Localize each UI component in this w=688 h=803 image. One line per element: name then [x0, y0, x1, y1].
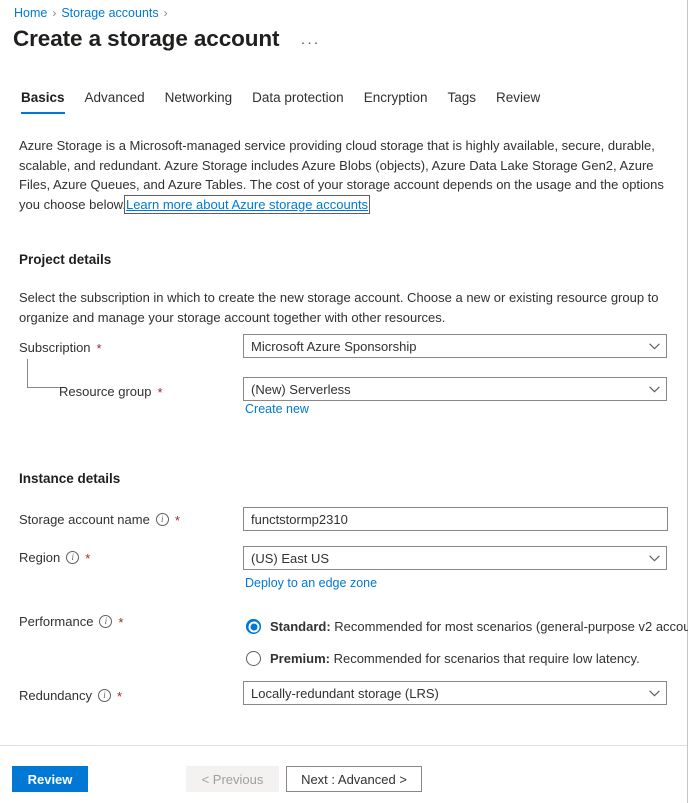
tab-encryption[interactable]: Encryption: [354, 88, 438, 114]
subscription-label-text: Subscription: [19, 340, 91, 355]
redundancy-required-marker: *: [117, 690, 122, 703]
breadcrumb-separator-icon-2: ›: [164, 6, 168, 20]
footer-bar: Review < Previous Next : Advanced >: [0, 746, 687, 803]
resource-group-value: (New) Serverless: [251, 382, 642, 397]
storage-account-name-input[interactable]: [243, 507, 668, 531]
learn-more-link[interactable]: Learn more about Azure storage accounts: [126, 197, 368, 212]
radio-selected-icon[interactable]: [246, 619, 261, 634]
breadcrumb: Home › Storage accounts ›: [14, 6, 168, 20]
redundancy-dropdown[interactable]: Locally-redundant storage (LRS): [243, 681, 667, 705]
storage-account-name-label-text: Storage account name: [19, 512, 150, 527]
tab-data-protection[interactable]: Data protection: [242, 88, 354, 114]
project-details-heading: Project details: [19, 252, 111, 267]
region-dropdown[interactable]: (US) East US: [243, 546, 667, 570]
redundancy-label-text: Redundancy: [19, 688, 92, 703]
wizard-tabs: Basics Advanced Networking Data protecti…: [11, 88, 550, 114]
performance-premium-description: Recommended for scenarios that require l…: [330, 651, 640, 666]
info-icon[interactable]: i: [66, 551, 79, 564]
breadcrumb-item-storage-accounts[interactable]: Storage accounts: [61, 6, 158, 20]
chevron-down-icon: [642, 386, 666, 393]
instance-details-heading: Instance details: [19, 471, 120, 486]
info-icon[interactable]: i: [99, 615, 112, 628]
tab-advanced[interactable]: Advanced: [75, 88, 155, 114]
resource-group-dropdown[interactable]: (New) Serverless: [243, 377, 667, 401]
tab-networking[interactable]: Networking: [155, 88, 243, 114]
tab-basics[interactable]: Basics: [11, 88, 75, 114]
tab-tags[interactable]: Tags: [437, 88, 486, 114]
info-icon[interactable]: i: [156, 513, 169, 526]
region-value: (US) East US: [251, 551, 642, 566]
breadcrumb-separator-icon: ›: [52, 6, 56, 20]
storage-account-name-label: Storage account name i *: [19, 512, 180, 527]
project-details-description: Select the subscription in which to crea…: [19, 288, 671, 327]
resource-group-label: Resource group *: [59, 384, 163, 399]
redundancy-value: Locally-redundant storage (LRS): [251, 686, 642, 701]
chevron-down-icon: [642, 343, 666, 350]
create-storage-account-page: Home › Storage accounts › Create a stora…: [0, 0, 688, 803]
deploy-to-edge-zone-link[interactable]: Deploy to an edge zone: [245, 576, 377, 590]
region-label-text: Region: [19, 550, 60, 565]
review-button[interactable]: Review: [12, 766, 88, 792]
performance-label-text: Performance: [19, 614, 93, 629]
subscription-label: Subscription *: [19, 340, 102, 355]
performance-required-marker: *: [118, 616, 123, 629]
performance-radio-standard[interactable]: Standard: Recommended for most scenarios…: [246, 619, 688, 634]
chevron-down-icon: [642, 690, 666, 697]
performance-premium-name: Premium:: [270, 651, 330, 666]
more-options-icon[interactable]: ···: [297, 32, 323, 53]
next-advanced-button[interactable]: Next : Advanced >: [286, 766, 422, 792]
performance-standard-description: Recommended for most scenarios (general-…: [331, 619, 688, 634]
breadcrumb-item-home[interactable]: Home: [14, 6, 47, 20]
performance-label: Performance i *: [19, 614, 123, 629]
region-required-marker: *: [85, 552, 90, 565]
create-new-resource-group-link[interactable]: Create new: [245, 402, 309, 416]
intro-paragraph: Azure Storage is a Microsoft-managed ser…: [19, 136, 675, 214]
resource-group-label-text: Resource group: [59, 384, 152, 399]
performance-radio-premium[interactable]: Premium: Recommended for scenarios that …: [246, 651, 640, 666]
page-title: Create a storage account: [13, 24, 279, 54]
subscription-dropdown[interactable]: Microsoft Azure Sponsorship: [243, 334, 667, 358]
radio-unselected-icon[interactable]: [246, 651, 261, 666]
resource-group-required-marker: *: [158, 386, 163, 399]
subscription-value: Microsoft Azure Sponsorship: [251, 339, 642, 354]
subscription-required-marker: *: [97, 342, 102, 355]
chevron-down-icon: [642, 555, 666, 562]
region-label: Region i *: [19, 550, 90, 565]
previous-button: < Previous: [186, 766, 279, 792]
performance-standard-name: Standard:: [270, 619, 331, 634]
tab-review[interactable]: Review: [486, 88, 550, 114]
page-header: Create a storage account ···: [13, 24, 323, 54]
storage-account-name-required-marker: *: [175, 514, 180, 527]
redundancy-label: Redundancy i *: [19, 688, 122, 703]
info-icon[interactable]: i: [98, 689, 111, 702]
